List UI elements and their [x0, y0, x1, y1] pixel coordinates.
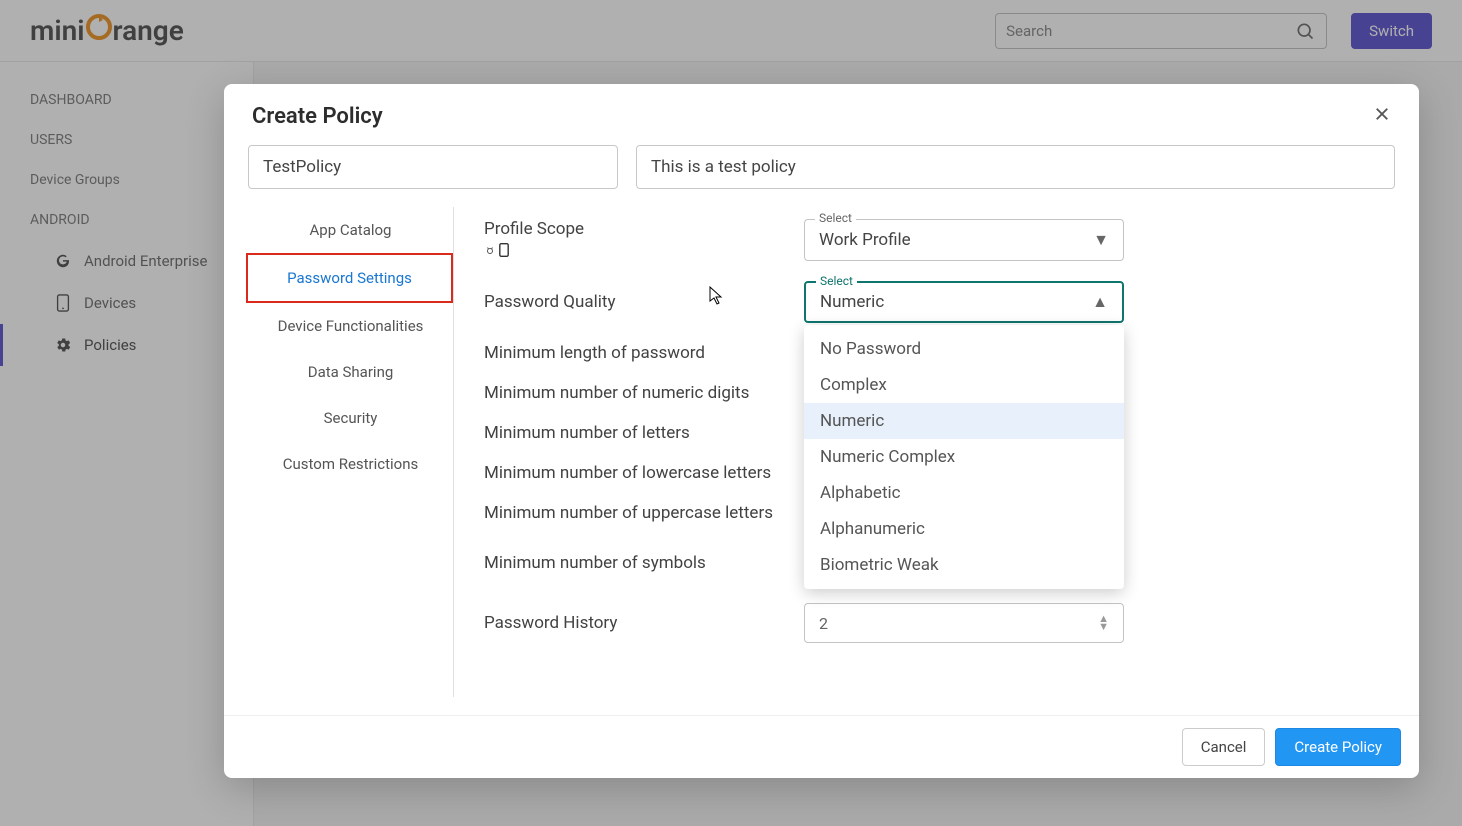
tab-device-functionalities[interactable]: Device Functionalities: [248, 303, 453, 349]
chevron-up-icon: ▲: [1092, 292, 1108, 312]
history-label: Password History: [484, 613, 804, 633]
history-input[interactable]: 2 ▲▼: [804, 603, 1124, 643]
tab-custom-restrictions[interactable]: Custom Restrictions: [248, 441, 453, 487]
profile-scope-label: Profile Scope: [484, 219, 804, 261]
create-policy-modal: Create Policy App Catalog Password Setti…: [224, 84, 1419, 778]
min-upper-label: Minimum number of uppercase letters: [484, 503, 804, 523]
min-length-label: Minimum length of password: [484, 343, 804, 363]
form-column: Profile Scope Select Work Profile ▼: [454, 207, 1395, 697]
min-symbols-label: Minimum number of symbols: [484, 553, 804, 573]
policy-name-row: [248, 145, 1395, 189]
modal-title: Create Policy: [252, 104, 383, 129]
content-split: App Catalog Password Settings Device Fun…: [248, 207, 1395, 697]
row-profile-scope: Profile Scope Select Work Profile ▼: [484, 219, 1371, 261]
select-legend: Select: [816, 274, 857, 288]
spinner-icon[interactable]: ▲▼: [1098, 615, 1109, 631]
scope-icons: [484, 243, 804, 261]
min-numeric-label: Minimum number of numeric digits: [484, 383, 804, 403]
modal-header: Create Policy: [224, 84, 1419, 145]
phone-small-icon: [499, 243, 509, 257]
option-numeric-complex[interactable]: Numeric Complex: [804, 439, 1124, 475]
password-quality-select[interactable]: Select Numeric ▲: [804, 281, 1124, 323]
android-icon: [484, 245, 496, 257]
select-value: Numeric: [820, 292, 884, 312]
select-value: Work Profile: [819, 230, 911, 250]
row-password-quality: Password Quality Select Numeric ▲ No Pas…: [484, 281, 1371, 323]
close-icon[interactable]: [1373, 105, 1391, 128]
tab-data-sharing[interactable]: Data Sharing: [248, 349, 453, 395]
cancel-button[interactable]: Cancel: [1182, 728, 1266, 766]
option-alphabetic[interactable]: Alphabetic: [804, 475, 1124, 511]
option-no-password[interactable]: No Password: [804, 331, 1124, 367]
password-quality-label: Password Quality: [484, 292, 804, 312]
modal-footer: Cancel Create Policy: [224, 715, 1419, 778]
min-lower-label: Minimum number of lowercase letters: [484, 463, 804, 483]
create-policy-button[interactable]: Create Policy: [1275, 728, 1401, 766]
row-history: Password History 2 ▲▼: [484, 603, 1371, 643]
min-letters-label: Minimum number of letters: [484, 423, 804, 443]
tab-app-catalog[interactable]: App Catalog: [248, 207, 453, 253]
label-text: Profile Scope: [484, 219, 804, 239]
option-numeric[interactable]: Numeric: [804, 403, 1124, 439]
password-quality-dropdown: No Password Complex Numeric Numeric Comp…: [804, 325, 1124, 589]
select-legend: Select: [815, 211, 856, 225]
modal-body: App Catalog Password Settings Device Fun…: [224, 145, 1419, 715]
policy-name-input[interactable]: [248, 145, 618, 189]
policy-desc-input[interactable]: [636, 145, 1395, 189]
profile-scope-select[interactable]: Select Work Profile ▼: [804, 219, 1124, 261]
tab-password-settings[interactable]: Password Settings: [246, 253, 453, 303]
option-alphanumeric[interactable]: Alphanumeric: [804, 511, 1124, 547]
chevron-down-icon: ▼: [1093, 230, 1109, 250]
tab-security[interactable]: Security: [248, 395, 453, 441]
input-value: 2: [819, 614, 828, 633]
option-biometric-weak[interactable]: Biometric Weak: [804, 547, 1124, 583]
tabs-column: App Catalog Password Settings Device Fun…: [248, 207, 454, 697]
option-complex[interactable]: Complex: [804, 367, 1124, 403]
